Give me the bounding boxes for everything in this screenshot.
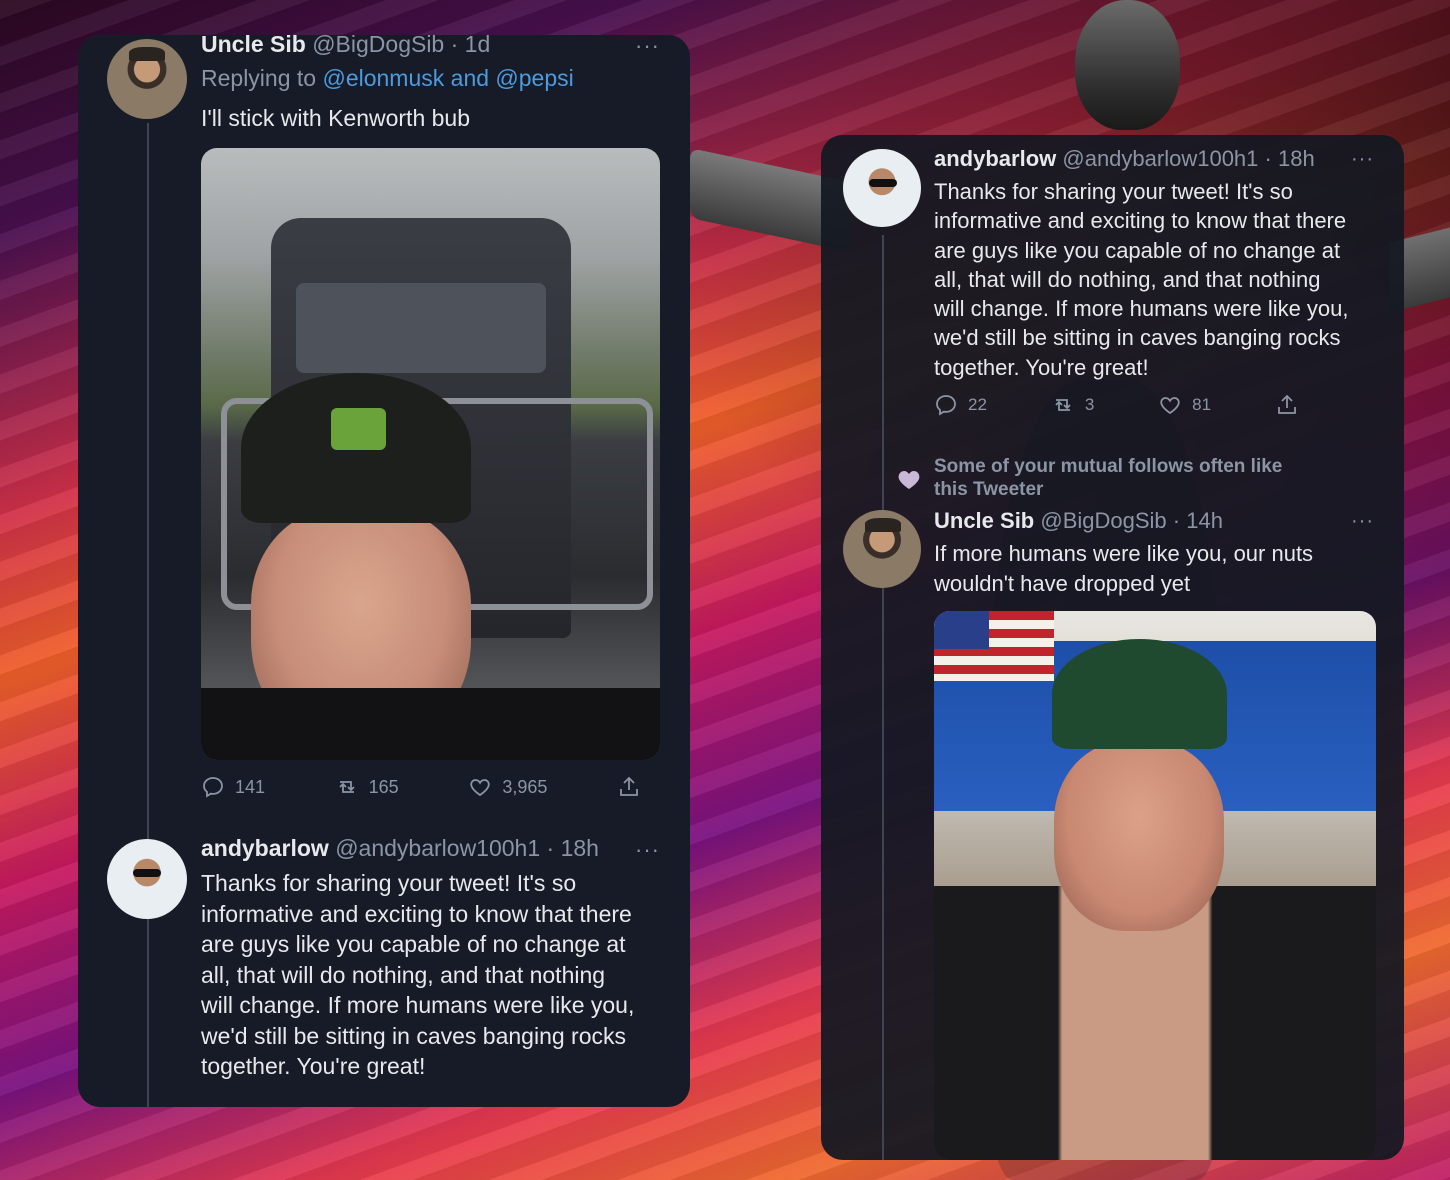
timestamp[interactable]: · 14h xyxy=(1173,508,1223,533)
more-options-button[interactable]: ··· xyxy=(635,35,660,59)
share-icon xyxy=(1278,394,1296,414)
share-button[interactable] xyxy=(1275,393,1299,417)
reply-button[interactable]: 22 xyxy=(934,393,987,417)
retweet-count: 165 xyxy=(368,776,399,797)
thread-line xyxy=(147,123,149,1107)
tweet-text: Thanks for sharing your tweet! It's so i… xyxy=(934,179,1349,380)
reply-icon xyxy=(936,395,956,416)
mutual-follows-note: Some of your mutual follows often like t… xyxy=(934,456,1283,500)
mention-link[interactable]: @elonmusk xyxy=(322,65,444,91)
photo-cap xyxy=(241,373,471,523)
tweet-text: If more humans were like you, our nuts w… xyxy=(934,541,1314,596)
photo-windshield xyxy=(296,283,546,373)
reply-icon xyxy=(203,777,223,798)
avatar[interactable] xyxy=(107,39,187,119)
display-name[interactable]: Uncle Sib xyxy=(201,35,306,57)
tweet-header: Uncle Sib @BigDogSib · 14h xyxy=(934,508,1223,534)
timestamp[interactable]: · 18h xyxy=(1265,146,1315,171)
tweet-actions: 22 3 81 xyxy=(934,393,1299,417)
photo-shirt xyxy=(201,688,660,760)
reply-button[interactable]: 141 xyxy=(201,775,265,799)
retweet-button[interactable]: 3 xyxy=(1051,393,1094,417)
like-count: 3,965 xyxy=(502,776,548,797)
heart-icon xyxy=(898,471,920,489)
display-name[interactable]: andybarlow xyxy=(201,835,329,861)
more-options-button[interactable]: ··· xyxy=(1351,510,1374,533)
like-count: 81 xyxy=(1192,395,1212,414)
more-options-button[interactable]: ··· xyxy=(635,837,660,863)
retweet-icon xyxy=(339,781,355,793)
retweet-button[interactable]: 165 xyxy=(335,775,399,799)
tweet-actions: 141 165 3,965 xyxy=(201,775,641,799)
display-name[interactable]: Uncle Sib xyxy=(934,508,1034,533)
retweet-icon xyxy=(1055,399,1071,411)
share-button[interactable] xyxy=(617,775,641,799)
tweet-text: Thanks for sharing your tweet! It's so i… xyxy=(201,870,635,1079)
photo-face xyxy=(1054,741,1224,931)
handle[interactable]: @andybarlow100h1 xyxy=(335,835,540,861)
handle[interactable]: @BigDogSib xyxy=(312,35,444,57)
thread-line xyxy=(882,235,884,1160)
timestamp[interactable]: · 18h xyxy=(547,835,599,861)
replying-to: Replying to @elonmusk and @pepsi xyxy=(201,65,574,91)
tweet-header: Uncle Sib @BigDogSib · 1d xyxy=(201,35,490,58)
mention-link[interactable]: @pepsi xyxy=(495,65,573,91)
tweet-photo[interactable] xyxy=(201,148,660,760)
like-button[interactable]: 3,965 xyxy=(468,775,547,799)
avatar[interactable] xyxy=(843,510,921,588)
right-tweet-panel: andybarlow @andybarlow100h1 · 18h ··· Th… xyxy=(821,135,1404,1160)
handle[interactable]: @andybarlow100h1 xyxy=(1062,146,1258,171)
handle[interactable]: @BigDogSib xyxy=(1040,508,1166,533)
tweet-header: andybarlow @andybarlow100h1 · 18h xyxy=(201,835,599,862)
avatar[interactable] xyxy=(843,149,921,227)
left-tweet-panel: Uncle Sib @BigDogSib · 1d ··· Replying t… xyxy=(78,35,690,1107)
figure-head xyxy=(1075,0,1180,130)
more-options-button[interactable]: ··· xyxy=(1351,148,1374,171)
tweet-photo[interactable] xyxy=(934,611,1376,1160)
timestamp[interactable]: · 1d xyxy=(451,35,491,57)
display-name[interactable]: andybarlow xyxy=(934,146,1056,171)
tweet-text: I'll stick with Kenworth bub xyxy=(201,105,471,131)
photo-flag xyxy=(934,611,1054,681)
reply-count: 141 xyxy=(235,776,266,797)
share-icon xyxy=(620,776,638,796)
retweet-count: 3 xyxy=(1084,395,1095,414)
reply-count: 22 xyxy=(968,395,987,414)
like-icon xyxy=(1160,397,1180,415)
like-icon xyxy=(470,779,490,797)
tweet-header: andybarlow @andybarlow100h1 · 18h xyxy=(934,146,1315,172)
avatar[interactable] xyxy=(107,839,187,919)
photo-cap xyxy=(1052,639,1227,749)
like-button[interactable]: 81 xyxy=(1158,393,1211,417)
